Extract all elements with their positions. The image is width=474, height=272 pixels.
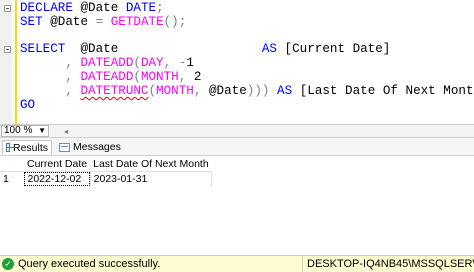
- code-token: DATEADD: [80, 56, 134, 71]
- code-token: 1: [186, 56, 194, 71]
- query-editor[interactable]: DECLARE @Date DATE; SET @Date = GETDATE()…: [0, 0, 474, 124]
- code-token: SELECT: [20, 42, 81, 57]
- editor-margin: [0, 0, 12, 124]
- code-token: ,: [20, 69, 81, 84]
- code-token: @Date: [50, 14, 96, 29]
- status-message: Query executed successfully.: [18, 258, 161, 270]
- chevron-down-icon: ▼: [38, 126, 46, 135]
- row-number[interactable]: 1: [0, 171, 25, 186]
- status-bar: ✓ Query executed successfully. DESKTOP-I…: [0, 255, 474, 272]
- code-line[interactable]: , DATETRUNC(MONTH, @Date))) AS [Last Dat…: [20, 83, 474, 99]
- column-header[interactable]: Last Date Of Next Month: [90, 157, 212, 172]
- collapse-icon[interactable]: [4, 5, 11, 12]
- code-token: DATE: [125, 1, 157, 15]
- code-token: ,: [20, 56, 81, 71]
- grid-icon: [6, 143, 16, 152]
- code-token: ,: [20, 83, 81, 98]
- code-token: @Date: [80, 42, 262, 57]
- change-indicator: [15, 0, 17, 124]
- code-token: ,: [163, 56, 179, 71]
- code-token: ;: [156, 1, 164, 15]
- code-token: ,: [193, 83, 209, 98]
- code-token: @Date: [80, 1, 126, 15]
- code-token: (: [148, 83, 157, 98]
- code-token: MONTH: [156, 83, 194, 98]
- code-line[interactable]: ​: [20, 30, 474, 44]
- code-token: (: [133, 69, 141, 84]
- code-line[interactable]: , DATEADD(DAY, -1: [20, 56, 474, 71]
- code-token: ();: [163, 14, 187, 29]
- tab-messages[interactable]: Messages: [56, 140, 124, 154]
- code-token: =: [95, 14, 111, 29]
- zoom-select[interactable]: 100 % ▼: [1, 125, 49, 137]
- tab-results-label: Results: [12, 141, 48, 154]
- code-token: SET: [20, 14, 51, 29]
- zoom-bar: 100 % ▼ ◂: [0, 124, 474, 138]
- code-token: DECLARE: [20, 1, 81, 15]
- code-token: (: [133, 56, 141, 71]
- tab-results[interactable]: Results: [2, 140, 52, 154]
- code-line[interactable]: DECLARE @Date DATE;: [20, 1, 474, 16]
- grid-cell[interactable]: 2023-01-31: [90, 171, 213, 186]
- code-token: @Date: [208, 83, 247, 98]
- code-token: [Current Date]: [284, 42, 391, 57]
- message-icon: [59, 142, 70, 152]
- collapse-icon[interactable]: [4, 46, 11, 53]
- code-token: ,: [178, 69, 194, 84]
- code-token: MONTH: [140, 69, 179, 84]
- code-line[interactable]: , DATEADD(MONTH, 2: [20, 69, 474, 85]
- code-token: AS: [269, 83, 300, 98]
- code-token: DATETRUNC: [80, 83, 149, 98]
- code-token: GETDATE: [110, 14, 164, 29]
- results-grid[interactable]: Current Date Last Date Of Next Month 1 2…: [0, 157, 213, 186]
- results-tabs: Results Messages: [0, 138, 474, 156]
- code-token: DAY: [140, 56, 164, 71]
- code-line[interactable]: SET @Date = GETDATE();: [20, 14, 474, 30]
- column-header[interactable]: Current Date: [24, 157, 91, 172]
- code-token: 2: [193, 69, 202, 84]
- row-header-corner: [0, 157, 24, 172]
- tab-messages-label: Messages: [73, 141, 121, 153]
- code-line[interactable]: SELECT @Date AS [Current Date]: [20, 42, 474, 57]
- code-token: ))): [246, 83, 270, 98]
- code-line[interactable]: GO: [20, 97, 474, 113]
- server-name: DESKTOP-IQ4NB45\MSSQLSERVER...: [302, 256, 474, 272]
- scroll-left-icon[interactable]: ◂: [64, 127, 70, 136]
- sql-code[interactable]: DECLARE @Date DATE; SET @Date = GETDATE()…: [20, 1, 474, 113]
- success-check-icon: ✓: [2, 258, 14, 270]
- zoom-value: 100 %: [4, 125, 33, 136]
- code-token: GO: [20, 97, 36, 112]
- code-token: DATEADD: [80, 69, 134, 84]
- grid-cell[interactable]: 2022-12-02: [24, 171, 91, 186]
- code-token: [Last Date Of Next Month]: [299, 83, 474, 98]
- code-token: AS: [261, 42, 285, 57]
